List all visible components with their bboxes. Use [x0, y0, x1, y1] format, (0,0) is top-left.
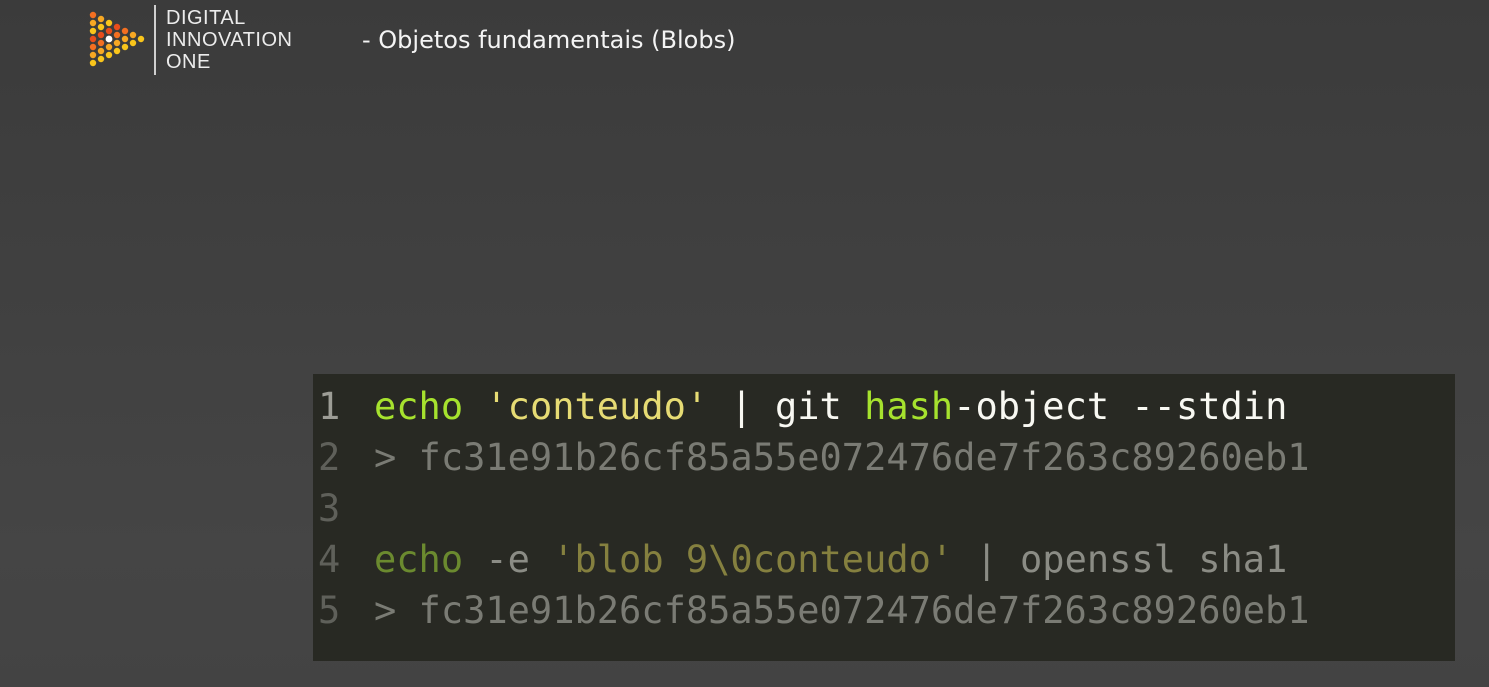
line-number: 2	[318, 436, 341, 479]
code-token: | git	[708, 385, 865, 428]
brand-name-line-1: DIGITAL	[166, 7, 246, 29]
code-token: hash	[864, 385, 954, 428]
line-number: 3	[318, 487, 341, 530]
code-token: echo	[374, 538, 464, 581]
code-token: | openssl sha1	[953, 538, 1288, 581]
line-number: 5	[318, 589, 341, 632]
code-line: 5 > fc31e91b26cf85a55e072476de7f263c8926…	[313, 585, 1455, 636]
slide-title: - Objetos fundamentais (Blobs)	[362, 26, 736, 54]
code-line: 1 echo 'conteudo' | git hash-object --st…	[313, 381, 1455, 432]
code-text: echo -e 'blob 9\0conteudo' | openssl sha…	[374, 538, 1287, 581]
logo-divider	[154, 5, 156, 75]
code-text: echo 'conteudo' | git hash-object --stdi…	[374, 385, 1287, 428]
code-token: > fc31e91b26cf85a55e072476de7f263c89260e…	[374, 436, 1310, 479]
code-text: > fc31e91b26cf85a55e072476de7f263c89260e…	[374, 589, 1310, 632]
code-token: -e	[463, 538, 553, 581]
code-block: 1 echo 'conteudo' | git hash-object --st…	[313, 374, 1455, 661]
brand-header: DIGITAL INNOVATION ONE	[88, 4, 292, 76]
code-token: 'conteudo'	[485, 385, 709, 428]
digital-innovation-one-logo-icon	[89, 11, 145, 67]
code-token: > fc31e91b26cf85a55e072476de7f263c89260e…	[374, 589, 1310, 632]
code-text: > fc31e91b26cf85a55e072476de7f263c89260e…	[374, 436, 1310, 479]
code-token: -object --stdin	[953, 385, 1288, 428]
line-number: 4	[318, 538, 341, 581]
code-line: 4 echo -e 'blob 9\0conteudo' | openssl s…	[313, 534, 1455, 585]
code-token: echo	[374, 385, 464, 428]
code-token: 'blob 9\0conteudo'	[552, 538, 954, 581]
brand-name-line-3: ONE	[166, 51, 211, 73]
code-line: 3	[313, 483, 1455, 534]
line-number: 1	[318, 385, 341, 428]
brand-name-line-2: INNOVATION	[166, 29, 293, 51]
brand-name: DIGITAL INNOVATION ONE	[166, 7, 292, 73]
code-line: 2 > fc31e91b26cf85a55e072476de7f263c8926…	[313, 432, 1455, 483]
